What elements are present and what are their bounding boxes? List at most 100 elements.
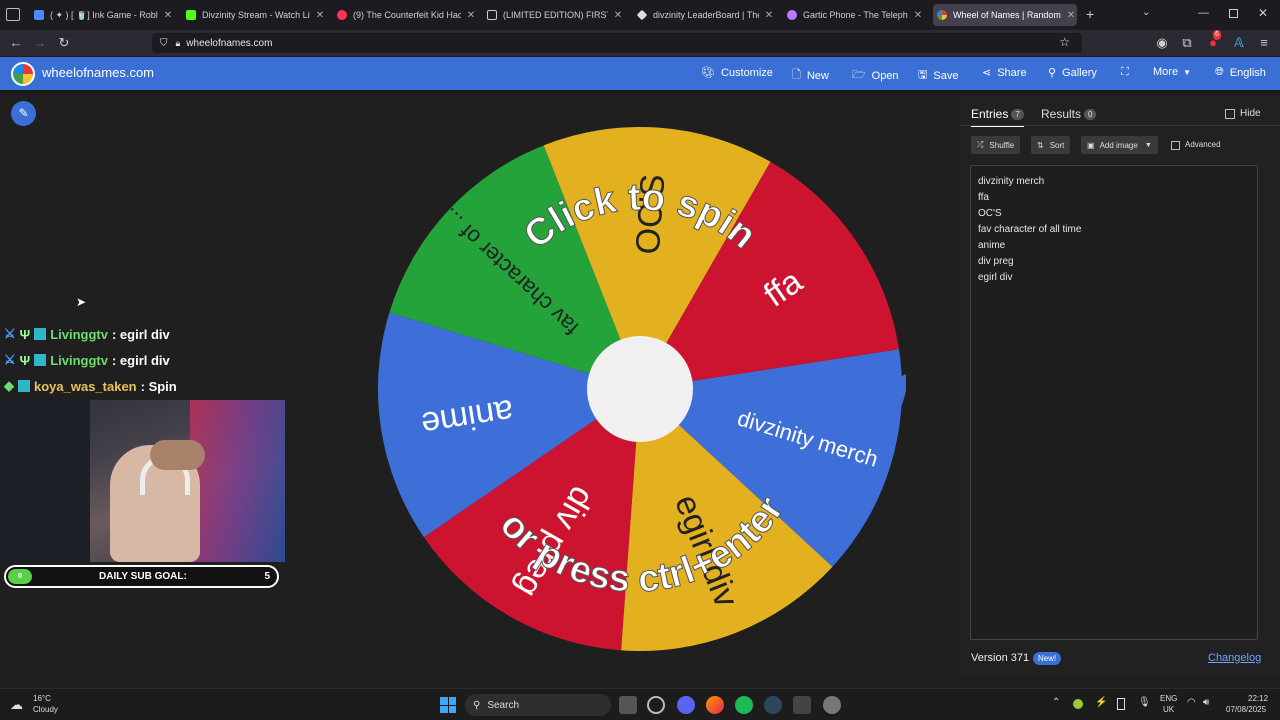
- address-bar[interactable]: ⛉ 🔒︎ wheelofnames.com ☆: [152, 33, 1082, 53]
- more-button[interactable]: More ▼: [1153, 66, 1191, 78]
- url-text: wheelofnames.com: [186, 37, 273, 49]
- clock-time[interactable]: 22:12: [1248, 694, 1268, 703]
- tab-list-icon[interactable]: [6, 8, 20, 21]
- tab-entries[interactable]: Entries 7: [971, 107, 1024, 127]
- new-button[interactable]: 🗋 New: [792, 66, 829, 85]
- wheel-logo-icon[interactable]: [11, 62, 35, 86]
- plant-icon: Ψ: [19, 352, 31, 368]
- taskbar-search[interactable]: ⚲ Search: [465, 694, 611, 716]
- badge-icon: [18, 380, 30, 392]
- site-name[interactable]: wheelofnames.com: [42, 65, 154, 80]
- close-tab-icon[interactable]: ✕: [465, 10, 477, 21]
- gallery-button[interactable]: ⚲ Gallery: [1048, 66, 1097, 80]
- tray-app-icon[interactable]: [1073, 699, 1083, 709]
- browser-tab[interactable]: Gartic Phone - The Telephone Game ✕: [787, 4, 924, 26]
- badge-icon: [34, 328, 47, 340]
- share-button[interactable]: ⋖ Share: [982, 66, 1027, 80]
- webcam-shelf: [0, 400, 90, 562]
- browser-tab-active[interactable]: Wheel of Names | Random name picker ✕: [933, 4, 1077, 26]
- changelog-link[interactable]: Changelog: [1208, 652, 1261, 664]
- browser-tab[interactable]: (LIMITED EDITION) FIRST EVER MERCH ✕: [487, 4, 624, 26]
- wheel-graphic[interactable]: divzinity merchegirl divdiv preganimefav…: [376, 125, 912, 655]
- entries-textarea[interactable]: divzinity merch ffa OC'S fav character o…: [970, 165, 1258, 640]
- gem-icon: ◆: [4, 378, 14, 393]
- weather-temp: 16°C: [33, 694, 51, 703]
- kick-favicon-icon: [186, 10, 196, 20]
- wheel-center-hub[interactable]: [587, 336, 693, 442]
- advanced-label: Advanced: [1185, 140, 1221, 149]
- language-region[interactable]: UK: [1163, 705, 1174, 714]
- close-tab-icon[interactable]: ✕: [1065, 10, 1077, 21]
- entry-line: divzinity merch: [978, 176, 1045, 187]
- lock-icon: 🔒︎: [175, 37, 181, 48]
- discord-icon[interactable]: [677, 696, 695, 714]
- obs-icon[interactable]: [793, 696, 811, 714]
- palette-icon: 🎨︎: [701, 67, 715, 79]
- menu-icon[interactable]: ≡: [1255, 34, 1273, 52]
- close-tab-icon[interactable]: ✕: [612, 10, 624, 21]
- browser-tab[interactable]: divzinity LeaderBoard | The best ✕: [637, 4, 775, 26]
- app-icon[interactable]: [823, 696, 841, 714]
- save-button[interactable]: 🖫 Save: [918, 66, 958, 85]
- forward-icon[interactable]: →: [31, 34, 49, 52]
- chat-text: : Spin: [140, 378, 177, 394]
- spotify-icon[interactable]: [735, 696, 753, 714]
- edit-pencil-button[interactable]: ✎: [11, 101, 36, 126]
- shuffle-icon: ⤮: [977, 140, 984, 149]
- sword-icon: ⚔: [4, 326, 16, 341]
- reload-icon[interactable]: ↻: [55, 34, 73, 52]
- firefox-icon[interactable]: [706, 696, 724, 714]
- sort-button[interactable]: ⇅ Sort: [1031, 136, 1071, 154]
- close-tab-icon[interactable]: ✕: [912, 10, 924, 21]
- steam-icon[interactable]: [764, 696, 782, 714]
- weather-icon[interactable]: ☁: [10, 697, 23, 713]
- tray-app-icon[interactable]: [1117, 698, 1125, 710]
- add-image-button[interactable]: ▣ Add image ▼: [1081, 136, 1158, 154]
- language-code[interactable]: ENG: [1160, 694, 1177, 703]
- customize-button[interactable]: 🎨︎ Customize: [701, 66, 773, 80]
- account-icon[interactable]: ◉: [1153, 34, 1171, 52]
- extensions-icon[interactable]: ⧉: [1178, 34, 1196, 52]
- tab-results[interactable]: Results 0: [1041, 107, 1097, 121]
- close-tab-icon[interactable]: ✕: [314, 10, 326, 21]
- chat-username: koya_was_taken: [34, 378, 137, 394]
- windows-start-icon[interactable]: [440, 697, 456, 713]
- extension-badge-icon[interactable]: ● 6: [1204, 30, 1222, 52]
- browser-tab[interactable]: (9) The Counterfeit Kid Hackers ✕: [337, 4, 477, 26]
- chatgpt-icon[interactable]: [647, 696, 665, 714]
- tray-app-icon[interactable]: ⚡: [1095, 697, 1107, 708]
- open-button[interactable]: 🗁 Open: [852, 66, 899, 85]
- entry-line: ffa: [978, 192, 989, 203]
- task-view-icon[interactable]: [619, 696, 637, 714]
- chat-username: Livinggtv: [50, 352, 108, 368]
- chat-message: ◆ koya_was_taken : Spin: [4, 378, 177, 394]
- windows-taskbar: ☁ 16°C Cloudy ⚲ Search ⌃ ⚡ 🎙︎ ENG UK ◠ 🔊︎…: [0, 688, 1280, 720]
- spin-wheel[interactable]: divzinity merch egirl div div preg anime fav…: [376, 125, 912, 655]
- microphone-icon[interactable]: 🎙︎: [1138, 697, 1151, 708]
- hide-checkbox[interactable]: [1225, 109, 1235, 119]
- new-tab-icon[interactable]: +: [1086, 6, 1094, 22]
- browser-tab-strip: ( ✦ ) [ 🥤] Ink Game - Roblox ✕ Divzinity…: [0, 0, 1280, 30]
- entries-panel: Entries 7 Results 0 Hide ⤮ Shuffle ⇅ Sort ▣ A…: [960, 96, 1280, 676]
- wifi-icon[interactable]: ◠: [1187, 697, 1196, 708]
- back-icon[interactable]: ←: [7, 34, 25, 52]
- minimize-icon[interactable]: —: [1198, 7, 1209, 19]
- file-icon: 🗋: [792, 69, 801, 81]
- shuffle-button[interactable]: ⤮ Shuffle: [971, 136, 1021, 154]
- browser-tab[interactable]: Divzinity Stream - Watch Live on Kick ✕: [186, 4, 326, 26]
- browser-tab[interactable]: ( ✦ ) [ 🥤] Ink Game - Roblox ✕: [34, 4, 174, 26]
- bookmark-star-icon[interactable]: ☆: [1059, 35, 1070, 49]
- tray-chevron-up-icon[interactable]: ⌃: [1052, 697, 1060, 708]
- entry-line: fav character of all time: [978, 224, 1082, 235]
- advanced-checkbox[interactable]: [1171, 141, 1180, 150]
- maximize-icon[interactable]: [1229, 9, 1238, 18]
- fullscreen-button[interactable]: ⛶: [1121, 66, 1135, 79]
- close-tab-icon[interactable]: ✕: [162, 10, 174, 21]
- close-window-icon[interactable]: ✕: [1258, 6, 1268, 20]
- clock-date[interactable]: 07/08/2025: [1226, 705, 1266, 714]
- close-tab-icon[interactable]: ✕: [763, 10, 775, 21]
- volume-icon[interactable]: 🔊︎: [1203, 697, 1209, 708]
- tab-overflow-chevron-icon[interactable]: ⌄: [1142, 7, 1150, 18]
- language-button[interactable]: 🌐︎ English: [1215, 66, 1266, 79]
- translate-icon[interactable]: 𝔸: [1230, 34, 1248, 52]
